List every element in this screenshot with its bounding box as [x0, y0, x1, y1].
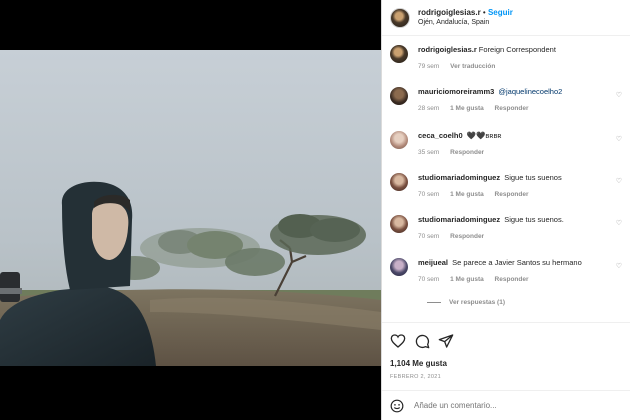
- view-replies-label: Ver respuestas (1): [449, 299, 506, 306]
- avatar[interactable]: [390, 87, 408, 105]
- follow-button[interactable]: Seguir: [488, 8, 513, 17]
- comment-likes[interactable]: 1 Me gusta: [450, 191, 484, 198]
- avatar[interactable]: [390, 45, 408, 63]
- comment-like-icon[interactable]: ♡: [616, 91, 622, 99]
- comment-input[interactable]: [414, 401, 594, 410]
- comment-time[interactable]: 28 sem: [418, 105, 439, 112]
- post-location[interactable]: Ojén, Andalucía, Spain: [418, 19, 513, 27]
- comment-icon[interactable]: [414, 333, 430, 349]
- emoji-icon[interactable]: [390, 399, 404, 413]
- avatar[interactable]: [390, 131, 408, 149]
- divider: [427, 302, 441, 303]
- comment-like-icon[interactable]: ♡: [616, 262, 622, 270]
- action-icons: [390, 331, 622, 351]
- comment-username[interactable]: studiomariadominguez: [418, 215, 500, 224]
- comment-composer: [382, 390, 630, 420]
- heart-icon[interactable]: [390, 333, 406, 349]
- comments-list[interactable]: rodrigoiglesias.r Foreign Correspondent 7…: [382, 37, 630, 319]
- comment-time[interactable]: 79 sem: [418, 63, 439, 70]
- comment-mention[interactable]: @jaquelinecoelho2: [498, 87, 562, 96]
- comment-text: Sigue tus suenos: [504, 173, 562, 182]
- comment-time[interactable]: 70 sem: [418, 276, 439, 283]
- media-pane: [0, 0, 381, 420]
- separator-dot: •: [482, 7, 486, 17]
- list-item: mauriciomoreiramm3 @jaquelinecoelho2 28 …: [390, 87, 622, 112]
- reply-button[interactable]: Responder: [495, 276, 529, 283]
- comment-time[interactable]: 70 sem: [418, 233, 439, 240]
- caption-comment: rodrigoiglesias.r Foreign Correspondent 7…: [390, 45, 622, 70]
- reply-button[interactable]: Responder: [495, 191, 529, 198]
- post-sidebar: rodrigoiglesias.r • Seguir Ojén, Andaluc…: [381, 0, 630, 420]
- comment-username[interactable]: mauriciomoreiramm3: [418, 87, 494, 96]
- comment-likes[interactable]: 1 Me gusta: [450, 276, 484, 283]
- reply-button[interactable]: Responder: [450, 149, 484, 156]
- list-item: ceca_coelh0 🖤🖤ʙʀʙʀ 35 sem Responder ♡: [390, 131, 622, 156]
- comment-text: Se parece a Javier Santos su hermano: [452, 258, 582, 267]
- avatar[interactable]: [390, 7, 410, 28]
- avatar[interactable]: [390, 173, 408, 191]
- post-photo[interactable]: [0, 50, 381, 366]
- comment-username[interactable]: ceca_coelh0: [418, 131, 463, 140]
- comment-username[interactable]: meijueal: [418, 258, 448, 267]
- comment-time[interactable]: 35 sem: [418, 149, 439, 156]
- avatar[interactable]: [390, 258, 408, 276]
- post-date: FEBRERO 2, 2021: [390, 374, 441, 380]
- comment-text: 🖤🖤ʙʀʙʀ: [466, 131, 502, 140]
- likes-count[interactable]: 1,104 Me gusta: [390, 359, 622, 368]
- list-item: studiomariadominguez Sigue tus suenos. 7…: [390, 215, 622, 240]
- comment-time[interactable]: 70 sem: [418, 191, 439, 198]
- translate-link[interactable]: Ver traducción: [450, 63, 495, 70]
- comment-like-icon[interactable]: ♡: [616, 177, 622, 185]
- avatar[interactable]: [390, 215, 408, 233]
- comment-text: Sigue tus suenos.: [504, 215, 564, 224]
- comment-likes[interactable]: 1 Me gusta: [450, 105, 484, 112]
- list-item: meijueal Se parece a Javier Santos su he…: [390, 258, 622, 283]
- photo-scene: [0, 50, 381, 366]
- comment-text: Foreign Correspondent: [478, 45, 556, 54]
- post-actions: 1,104 Me gusta FEBRERO 2, 2021: [382, 322, 630, 380]
- reply-button[interactable]: Responder: [450, 233, 484, 240]
- comment-like-icon[interactable]: ♡: [616, 135, 622, 143]
- post-header: rodrigoiglesias.r • Seguir Ojén, Andaluc…: [382, 0, 630, 36]
- post-username[interactable]: rodrigoiglesias.r: [418, 8, 481, 17]
- share-icon[interactable]: [438, 333, 454, 349]
- view-replies-button[interactable]: Ver respuestas (1): [427, 299, 505, 306]
- comment-username[interactable]: studiomariadominguez: [418, 173, 500, 182]
- comment-like-icon[interactable]: ♡: [616, 219, 622, 227]
- reply-button[interactable]: Responder: [495, 105, 529, 112]
- comment-username[interactable]: rodrigoiglesias.r: [418, 45, 477, 54]
- list-item: studiomariadominguez Sigue tus suenos 70…: [390, 173, 622, 198]
